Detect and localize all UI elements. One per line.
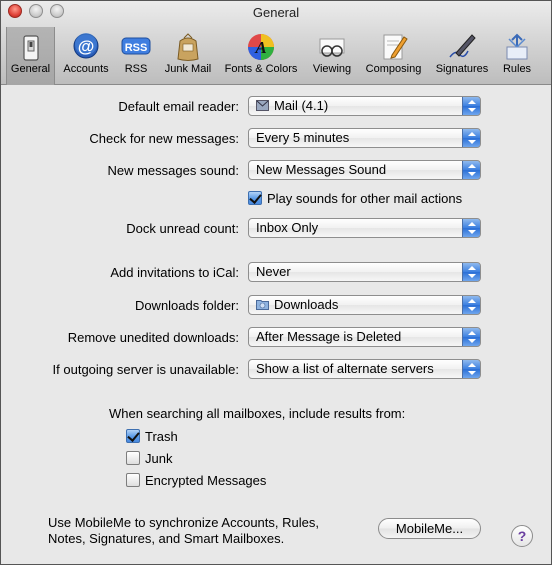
signature-pen-icon xyxy=(449,34,476,58)
new-messages-sound-label: New messages sound: xyxy=(107,163,239,178)
mobileme-text-line1: Use MobileMe to synchronize Accounts, Ru… xyxy=(48,515,319,530)
junk-mail-bag-icon xyxy=(177,33,199,61)
default-reader-popup[interactable]: Mail (4.1) xyxy=(248,96,481,116)
search-junk-row[interactable]: Junk xyxy=(126,451,172,466)
dock-unread-value: Inbox Only xyxy=(256,220,319,235)
ical-invitations-label: Add invitations to iCal: xyxy=(110,265,239,280)
remove-downloads-label: Remove unedited downloads: xyxy=(67,330,239,345)
search-trash-row[interactable]: Trash xyxy=(126,429,178,444)
popup-arrows-icon xyxy=(462,263,480,281)
tab-general[interactable]: General xyxy=(6,27,55,85)
search-junk-checkbox[interactable] xyxy=(126,451,140,465)
search-encrypted-checkbox[interactable] xyxy=(126,473,140,487)
play-sounds-label: Play sounds for other mail actions xyxy=(267,191,463,206)
dock-unread-popup[interactable]: Inbox Only xyxy=(248,218,481,238)
search-encrypted-label: Encrypted Messages xyxy=(145,473,267,488)
mail-app-icon xyxy=(256,100,269,111)
play-sounds-checkbox[interactable] xyxy=(248,191,262,205)
popup-arrows-icon xyxy=(462,328,480,346)
window-title: General xyxy=(252,5,300,20)
default-reader-label: Default email reader: xyxy=(118,99,239,114)
ical-invitations-value: Never xyxy=(256,264,291,279)
search-trash-checkbox[interactable] xyxy=(126,429,140,443)
default-reader-value: Mail (4.1) xyxy=(274,98,329,113)
fonts-colors-icon: A xyxy=(248,34,274,60)
tab-composing[interactable]: Composing xyxy=(360,27,427,85)
composing-pencil-icon xyxy=(383,34,408,60)
outgoing-server-label: If outgoing server is unavailable: xyxy=(52,362,239,377)
outgoing-server-popup[interactable]: Show a list of alternate servers xyxy=(248,359,481,379)
help-button[interactable]: ? xyxy=(511,525,533,547)
at-sign-icon: @ xyxy=(73,33,99,59)
search-encrypted-row[interactable]: Encrypted Messages xyxy=(126,473,266,488)
tab-signatures[interactable]: Signatures xyxy=(429,27,495,85)
toolbar: General General @ Accounts RSS RSS Junk … xyxy=(1,1,551,85)
tab-accounts[interactable]: @ Accounts xyxy=(58,27,114,85)
tab-fonts-colors[interactable]: A Fonts & Colors xyxy=(219,27,303,85)
dock-unread-label: Dock unread count: xyxy=(126,221,239,236)
popup-arrows-icon xyxy=(462,97,480,115)
check-messages-popup[interactable]: Every 5 minutes xyxy=(248,128,481,148)
remove-downloads-value: After Message is Deleted xyxy=(256,329,402,344)
downloads-folder-icon xyxy=(256,300,269,310)
new-messages-sound-value: New Messages Sound xyxy=(256,162,387,177)
downloads-folder-label: Downloads folder: xyxy=(134,298,239,313)
ical-invitations-popup[interactable]: Never xyxy=(248,262,481,282)
check-messages-value: Every 5 minutes xyxy=(256,130,350,145)
tab-rules[interactable]: Rules xyxy=(497,27,537,85)
svg-text:RSS: RSS xyxy=(125,42,148,54)
rss-icon: RSS xyxy=(121,37,151,55)
popup-arrows-icon xyxy=(462,219,480,237)
downloads-folder-popup[interactable]: Downloads xyxy=(248,295,481,315)
svg-text:@: @ xyxy=(78,37,95,56)
mobileme-text-line2: Notes, Signatures, and Smart Mailboxes. xyxy=(48,531,285,546)
popup-arrows-icon xyxy=(462,296,480,314)
tab-junk-mail[interactable]: Junk Mail xyxy=(159,27,217,85)
search-junk-label: Junk xyxy=(145,451,173,466)
rules-arrows-icon xyxy=(506,33,528,60)
downloads-folder-value: Downloads xyxy=(274,297,339,312)
svg-text:A: A xyxy=(254,38,266,57)
popup-arrows-icon xyxy=(462,129,480,147)
tab-viewing[interactable]: Viewing xyxy=(305,27,359,85)
popup-arrows-icon xyxy=(462,360,480,378)
check-messages-label: Check for new messages: xyxy=(89,131,239,146)
viewing-glasses-icon xyxy=(319,38,345,57)
remove-downloads-popup[interactable]: After Message is Deleted xyxy=(248,327,481,347)
new-messages-sound-popup[interactable]: New Messages Sound xyxy=(248,160,481,180)
general-switch-icon xyxy=(22,35,39,61)
search-trash-label: Trash xyxy=(145,429,178,444)
popup-arrows-icon xyxy=(462,161,480,179)
tab-rss[interactable]: RSS RSS xyxy=(115,27,157,85)
preferences-window: General General @ Accounts RSS RSS Junk … xyxy=(0,0,552,565)
search-heading: When searching all mailboxes, include re… xyxy=(109,406,406,421)
mobileme-button[interactable]: MobileMe... xyxy=(378,518,481,539)
outgoing-server-value: Show a list of alternate servers xyxy=(256,361,434,376)
play-sounds-checkbox-row[interactable]: Play sounds for other mail actions xyxy=(248,191,462,206)
